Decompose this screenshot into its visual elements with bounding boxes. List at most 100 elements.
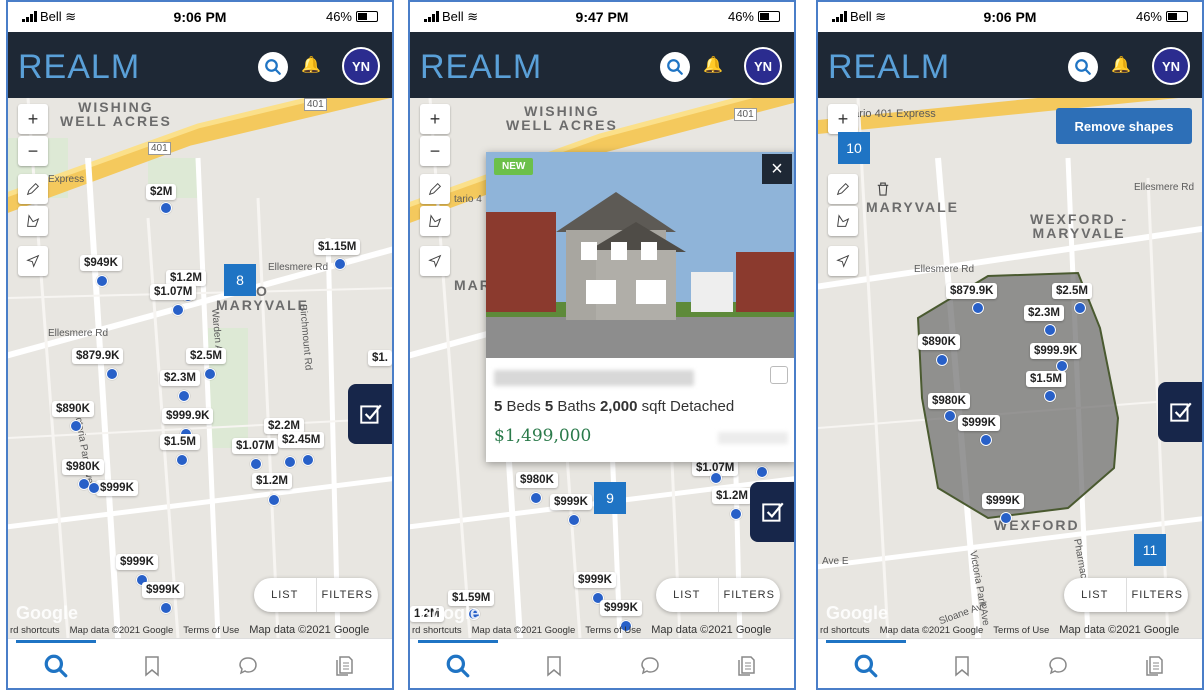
tab-saved[interactable] bbox=[132, 646, 172, 686]
listing-pin[interactable] bbox=[334, 258, 346, 270]
zoom-out-button[interactable]: − bbox=[420, 136, 450, 166]
price-marker[interactable]: $999K bbox=[550, 494, 592, 510]
search-button[interactable] bbox=[660, 52, 690, 82]
bell-icon[interactable]: 🔔 bbox=[300, 55, 322, 77]
map-view[interactable]: ntario 401 Express MARYVALE WEXFORD - MA… bbox=[818, 98, 1202, 638]
cluster-marker[interactable]: 8 bbox=[224, 264, 256, 296]
polygon-button[interactable] bbox=[828, 206, 858, 236]
listing-pin[interactable] bbox=[172, 304, 184, 316]
listing-pin[interactable] bbox=[730, 508, 742, 520]
zoom-in-button[interactable]: + bbox=[420, 104, 450, 134]
price-marker[interactable]: $999.9K bbox=[162, 408, 214, 424]
map-view[interactable]: WISHING WELL ACRES O MARYVALE 401 401 Ex… bbox=[8, 98, 392, 638]
tab-messages[interactable] bbox=[228, 646, 268, 686]
listing-pin[interactable] bbox=[530, 492, 542, 504]
locate-button[interactable] bbox=[828, 246, 858, 276]
polygon-button[interactable] bbox=[420, 206, 450, 236]
listing-pin[interactable] bbox=[944, 410, 956, 422]
cluster-marker[interactable]: 11 bbox=[1134, 534, 1166, 566]
price-marker[interactable]: $999K bbox=[574, 572, 616, 588]
price-marker[interactable]: $999K bbox=[982, 493, 1024, 509]
price-marker[interactable]: $1.2M bbox=[252, 473, 292, 489]
listing-photo[interactable] bbox=[486, 152, 794, 358]
zoom-out-button[interactable]: − bbox=[18, 136, 48, 166]
tab-messages[interactable] bbox=[1038, 646, 1078, 686]
price-marker[interactable]: $999K bbox=[958, 415, 1000, 431]
listing-pin[interactable] bbox=[96, 275, 108, 287]
listing-pin[interactable] bbox=[178, 390, 190, 402]
locate-button[interactable] bbox=[420, 246, 450, 276]
filters-button[interactable]: FILTERS bbox=[317, 589, 379, 601]
avatar[interactable]: YN bbox=[342, 47, 380, 85]
delete-shape-button[interactable] bbox=[870, 176, 896, 202]
price-marker[interactable]: $890K bbox=[918, 334, 960, 350]
terms-link[interactable]: Terms of Use bbox=[993, 625, 1049, 636]
listing-pin[interactable] bbox=[1000, 512, 1012, 524]
zoom-in-button[interactable]: + bbox=[18, 104, 48, 134]
price-marker[interactable]: $1.5M bbox=[160, 434, 200, 450]
close-card-button[interactable]: × bbox=[762, 154, 792, 184]
price-marker[interactable]: $949K bbox=[80, 255, 122, 271]
keyboard-shortcuts-link[interactable]: rd shortcuts bbox=[412, 625, 462, 636]
zoom-in-button[interactable]: + bbox=[828, 104, 858, 134]
price-marker[interactable]: $1.15M bbox=[314, 239, 361, 255]
locate-button[interactable] bbox=[18, 246, 48, 276]
avatar[interactable]: YN bbox=[1152, 47, 1190, 85]
listing-pin[interactable] bbox=[756, 466, 768, 478]
bell-icon[interactable]: 🔔 bbox=[702, 55, 724, 77]
listing-pin[interactable] bbox=[936, 354, 948, 366]
select-listings-button[interactable] bbox=[750, 482, 794, 542]
price-marker[interactable]: $2M bbox=[146, 184, 177, 200]
map-view[interactable]: WISHING WELL ACRES MAR 401 tario 4 + − $… bbox=[410, 98, 794, 638]
list-button[interactable]: LIST bbox=[656, 589, 718, 601]
avatar[interactable]: YN bbox=[744, 47, 782, 85]
listing-pin[interactable] bbox=[160, 602, 172, 614]
listing-pin[interactable] bbox=[980, 434, 992, 446]
listing-pin[interactable] bbox=[284, 456, 296, 468]
price-marker[interactable]: $1.5M bbox=[1026, 371, 1066, 387]
compare-checkbox[interactable] bbox=[770, 366, 788, 384]
list-button[interactable]: LIST bbox=[1064, 589, 1126, 601]
price-marker[interactable]: $2.5M bbox=[186, 348, 226, 364]
search-button[interactable] bbox=[1068, 52, 1098, 82]
search-button[interactable] bbox=[258, 52, 288, 82]
draw-button[interactable] bbox=[828, 174, 858, 204]
draw-button[interactable] bbox=[420, 174, 450, 204]
price-marker[interactable]: $999K bbox=[142, 582, 184, 598]
select-listings-button[interactable] bbox=[1158, 382, 1202, 442]
realm-logo[interactable]: REALM bbox=[420, 48, 542, 87]
price-marker[interactable]: $890K bbox=[52, 401, 94, 417]
realm-logo[interactable]: REALM bbox=[828, 48, 950, 87]
price-marker[interactable]: $999K bbox=[600, 600, 642, 616]
listing-pin[interactable] bbox=[106, 368, 118, 380]
price-marker[interactable]: $879.9K bbox=[946, 283, 998, 299]
tab-search[interactable] bbox=[418, 639, 498, 686]
listing-pin[interactable] bbox=[88, 482, 100, 494]
listing-pin[interactable] bbox=[302, 454, 314, 466]
filters-button[interactable]: FILTERS bbox=[1127, 589, 1189, 601]
price-marker[interactable]: $999K bbox=[96, 480, 138, 496]
price-marker[interactable]: $2.3M bbox=[1024, 305, 1064, 321]
tab-messages[interactable] bbox=[630, 646, 670, 686]
price-marker[interactable]: $2.3M bbox=[160, 370, 200, 386]
draw-button[interactable] bbox=[18, 174, 48, 204]
listing-pin[interactable] bbox=[710, 472, 722, 484]
price-marker[interactable]: $1.07M bbox=[232, 438, 279, 454]
listing-pin[interactable] bbox=[204, 368, 216, 380]
price-marker[interactable]: $980K bbox=[62, 459, 104, 475]
terms-link[interactable]: Terms of Use bbox=[585, 625, 641, 636]
price-marker[interactable]: $879.9K bbox=[72, 348, 124, 364]
price-marker[interactable]: $2.5M bbox=[1052, 283, 1092, 299]
keyboard-shortcuts-link[interactable]: rd shortcuts bbox=[820, 625, 870, 636]
cluster-marker[interactable]: 10 bbox=[838, 132, 870, 164]
tab-saved[interactable] bbox=[942, 646, 982, 686]
price-marker[interactable]: $1.07M bbox=[150, 284, 197, 300]
listing-pin[interactable] bbox=[1044, 324, 1056, 336]
listing-pin[interactable] bbox=[1044, 390, 1056, 402]
tab-documents[interactable] bbox=[726, 646, 766, 686]
listing-pin[interactable] bbox=[1074, 302, 1086, 314]
price-marker[interactable]: $980K bbox=[516, 472, 558, 488]
tab-documents[interactable] bbox=[1134, 646, 1174, 686]
listing-pin[interactable] bbox=[160, 202, 172, 214]
bell-icon[interactable]: 🔔 bbox=[1110, 55, 1132, 77]
